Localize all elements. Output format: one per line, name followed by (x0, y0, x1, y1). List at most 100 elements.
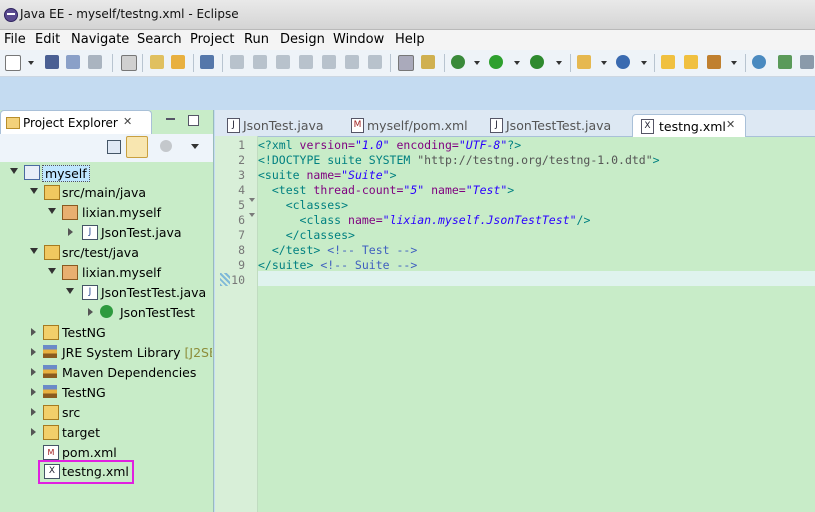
editor-tabs: J JsonTest.java M myself/pom.xml J JsonT… (215, 110, 815, 137)
tree-item-label: JsonTestTest.java (101, 285, 207, 300)
expand-chevron-icon[interactable] (31, 428, 36, 436)
new-icon[interactable] (5, 55, 21, 71)
console-icon[interactable] (398, 55, 414, 71)
tree-item-testng-library[interactable]: TestNG (0, 382, 212, 402)
binary-icon[interactable] (121, 55, 137, 71)
debug-icon[interactable] (451, 55, 465, 69)
tab-testng-xml[interactable]: X testng.xml ✕ (632, 114, 746, 137)
step-over-icon[interactable] (345, 55, 359, 69)
expand-chevron-icon[interactable] (31, 368, 36, 376)
servers-icon[interactable] (421, 55, 435, 69)
window-title: Java EE - myself/testng.xml - Eclipse (20, 7, 239, 21)
tree-item-target[interactable]: target (0, 422, 212, 442)
new-class-dropdown-icon[interactable] (641, 61, 647, 65)
menu-navigate[interactable]: Navigate (71, 32, 129, 47)
menu-help[interactable]: Help (395, 32, 425, 47)
external-dropdown-icon[interactable] (556, 61, 562, 65)
disconnect-icon[interactable] (299, 55, 313, 69)
fold-chevron-icon[interactable] (249, 213, 255, 217)
tree-item-src[interactable]: src (0, 402, 212, 422)
folder-icon (43, 325, 59, 340)
step-return-icon[interactable] (368, 55, 382, 69)
open-project-icon[interactable] (684, 55, 698, 69)
close-icon[interactable]: ✕ (726, 118, 735, 131)
tree-item-src-test-java[interactable]: src/test/java (0, 242, 212, 262)
close-icon[interactable]: ✕ (123, 115, 132, 128)
menu-design[interactable]: Design (280, 32, 325, 47)
expand-chevron-icon[interactable] (66, 288, 74, 294)
expand-chevron-icon[interactable] (48, 268, 56, 274)
tree-item-label: JsonTestTest (120, 305, 195, 320)
menu-edit[interactable]: Edit (35, 32, 60, 47)
save-all-icon[interactable] (66, 55, 80, 69)
tree-item-package-main[interactable]: lixian.myself (0, 202, 212, 222)
expand-chevron-icon[interactable] (31, 348, 36, 356)
open-type-icon[interactable] (150, 55, 164, 69)
expand-chevron-icon[interactable] (30, 188, 38, 194)
expand-chevron-icon[interactable] (68, 228, 73, 236)
debug-dropdown-icon[interactable] (474, 61, 480, 65)
filters-icon[interactable] (160, 140, 172, 152)
open-task-icon[interactable] (171, 55, 185, 69)
tab-jsontesttest-java[interactable]: J JsonTestTest.java (490, 114, 625, 136)
fold-chevron-icon[interactable] (249, 198, 255, 202)
menu-window[interactable]: Window (333, 32, 384, 47)
skip-breakpoints-icon[interactable] (200, 55, 214, 69)
tree-item-jre-library[interactable]: JRE System Library [J2SE- (0, 342, 212, 362)
expand-chevron-icon[interactable] (88, 308, 93, 316)
new-server-icon[interactable] (577, 55, 591, 69)
expand-chevron-icon[interactable] (48, 208, 56, 214)
terminate-icon[interactable] (276, 55, 290, 69)
resume-icon[interactable] (230, 55, 244, 69)
suspend-icon[interactable] (253, 55, 267, 69)
code-line: <!DOCTYPE suite SYSTEM "http://testng.or… (258, 153, 660, 167)
expand-chevron-icon[interactable] (10, 168, 18, 174)
link-with-editor-icon[interactable] (126, 136, 148, 158)
expand-chevron-icon[interactable] (31, 388, 36, 396)
edit-dropdown-icon[interactable] (731, 61, 737, 65)
menu-run[interactable]: Run (244, 32, 269, 47)
tree-item-package-test[interactable]: lixian.myself (0, 262, 212, 282)
menu-file[interactable]: File (4, 32, 26, 47)
overflow-icon[interactable] (800, 55, 814, 69)
minimize-icon[interactable] (166, 116, 175, 120)
save-icon[interactable] (45, 55, 59, 69)
tab-project-explorer-label: Project Explorer (23, 116, 118, 130)
tree-item-jsontest-java[interactable]: J JsonTest.java (0, 222, 212, 242)
web-browser-icon[interactable] (752, 55, 766, 69)
new-dropdown-icon[interactable] (28, 61, 34, 65)
expand-chevron-icon[interactable] (31, 328, 36, 336)
tree-item-pom-xml[interactable]: M pom.xml (0, 442, 212, 462)
menu-project[interactable]: Project (190, 32, 234, 47)
run-last-icon[interactable] (778, 55, 792, 69)
open-folder-icon[interactable] (661, 55, 675, 69)
tree-item-myself[interactable]: myself (0, 162, 212, 182)
run-external-icon[interactable] (530, 55, 544, 69)
tab-jsontest-java[interactable]: J JsonTest.java (227, 114, 337, 136)
view-menu-icon[interactable] (191, 144, 199, 149)
new-class-icon[interactable] (616, 55, 630, 69)
run-icon[interactable] (489, 55, 503, 69)
java-file-icon: J (490, 118, 503, 133)
tree-item-testng-folder[interactable]: TestNG (0, 322, 212, 342)
code-editor[interactable]: <?xml version="1.0" encoding="UTF-8"?> <… (258, 136, 815, 512)
expand-chevron-icon[interactable] (31, 408, 36, 416)
tab-pom-xml[interactable]: M myself/pom.xml (351, 114, 476, 136)
menu-search[interactable]: Search (137, 32, 182, 47)
tree-item-jsontesttest-class[interactable]: JsonTestTest (0, 302, 212, 322)
tab-project-explorer[interactable]: Project Explorer ✕ (0, 110, 152, 135)
print-icon[interactable] (88, 55, 102, 69)
tree-item-src-main-java[interactable]: src/main/java (0, 182, 212, 202)
new-server-dropdown-icon[interactable] (601, 61, 607, 65)
tree-item-maven-dependencies[interactable]: Maven Dependencies (0, 362, 212, 382)
collapse-all-icon[interactable] (107, 140, 121, 154)
step-into-icon[interactable] (322, 55, 336, 69)
tree-item-jsontesttest-java[interactable]: J JsonTestTest.java (0, 282, 212, 302)
tree-item-testng-xml[interactable]: X testng.xml (38, 460, 134, 484)
edit-icon[interactable] (707, 55, 721, 69)
library-icon (43, 345, 57, 358)
maximize-icon[interactable] (188, 115, 199, 126)
run-dropdown-icon[interactable] (514, 61, 520, 65)
editor-area: J JsonTest.java M myself/pom.xml J JsonT… (215, 110, 815, 512)
expand-chevron-icon[interactable] (30, 248, 38, 254)
